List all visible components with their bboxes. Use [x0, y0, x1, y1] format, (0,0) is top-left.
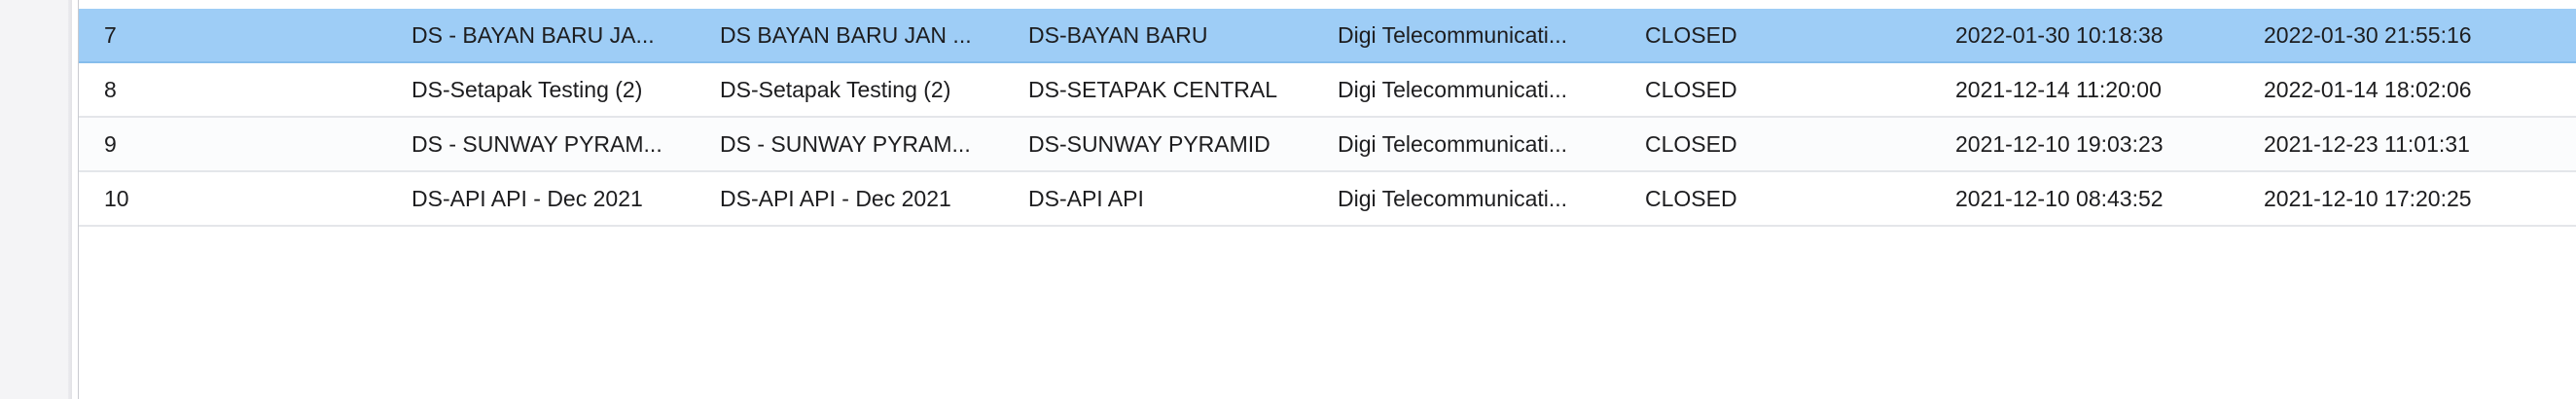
- cell-description: DS BAYAN BARU JAN ...: [720, 22, 972, 48]
- cell-end-time: 2021-12-23 11:01:31: [2264, 131, 2470, 157]
- cell-status: CLOSED: [1645, 131, 1737, 157]
- cell-status: CLOSED: [1645, 77, 1737, 102]
- cell-site: DS-SUNWAY PYRAMID: [1028, 131, 1270, 157]
- table-row[interactable]: 8 DS-Setapak Testing (2) DS-Setapak Test…: [79, 63, 2576, 118]
- cell-number: 8: [104, 77, 117, 102]
- page: 7 DS - BAYAN BARU JA... DS BAYAN BARU JA…: [0, 0, 2576, 399]
- cell-number: 9: [104, 131, 117, 157]
- cell-start-time: 2021-12-10 19:03:23: [1955, 131, 2164, 157]
- left-panel-gutter: [0, 0, 72, 399]
- table-body: 7 DS - BAYAN BARU JA... DS BAYAN BARU JA…: [79, 9, 2576, 227]
- cell-description: DS-Setapak Testing (2): [720, 77, 951, 102]
- cell-description: DS-API API - Dec 2021: [720, 186, 951, 211]
- cell-company: Digi Telecommunicati...: [1338, 131, 1568, 157]
- cell-start-time: 2021-12-14 11:20:00: [1955, 77, 2162, 102]
- cell-status: CLOSED: [1645, 186, 1737, 211]
- cell-name: DS - SUNWAY PYRAM...: [411, 131, 662, 157]
- panel-divider[interactable]: [68, 0, 72, 399]
- cell-end-time: 2022-01-14 18:02:06: [2264, 77, 2472, 102]
- table-row[interactable]: 9 DS - SUNWAY PYRAM... DS - SUNWAY PYRAM…: [79, 118, 2576, 172]
- cell-number: 10: [104, 186, 129, 211]
- cell-company: Digi Telecommunicati...: [1338, 77, 1568, 102]
- cell-end-time: 2021-12-10 17:20:25: [2264, 186, 2472, 211]
- cell-name: DS-Setapak Testing (2): [411, 77, 643, 102]
- cell-end-time: 2022-01-30 21:55:16: [2264, 22, 2472, 48]
- cell-site: DS-API API: [1028, 186, 1144, 211]
- cell-number: 7: [104, 22, 117, 48]
- cell-site: DS-SETAPAK CENTRAL: [1028, 77, 1278, 102]
- cell-site: DS-BAYAN BARU: [1028, 22, 1208, 48]
- cell-name: DS-API API - Dec 2021: [411, 186, 643, 211]
- cell-company: Digi Telecommunicati...: [1338, 186, 1568, 211]
- cell-name: DS - BAYAN BARU JA...: [411, 22, 655, 48]
- cell-start-time: 2021-12-10 08:43:52: [1955, 186, 2164, 211]
- cell-company: Digi Telecommunicati...: [1338, 22, 1568, 48]
- table-row[interactable]: 7 DS - BAYAN BARU JA... DS BAYAN BARU JA…: [79, 9, 2576, 63]
- cell-status: CLOSED: [1645, 22, 1737, 48]
- data-table: 7 DS - BAYAN BARU JA... DS BAYAN BARU JA…: [78, 0, 2576, 399]
- cell-description: DS - SUNWAY PYRAM...: [720, 131, 971, 157]
- table-row[interactable]: 10 DS-API API - Dec 2021 DS-API API - De…: [79, 172, 2576, 227]
- cell-start-time: 2022-01-30 10:18:38: [1955, 22, 2164, 48]
